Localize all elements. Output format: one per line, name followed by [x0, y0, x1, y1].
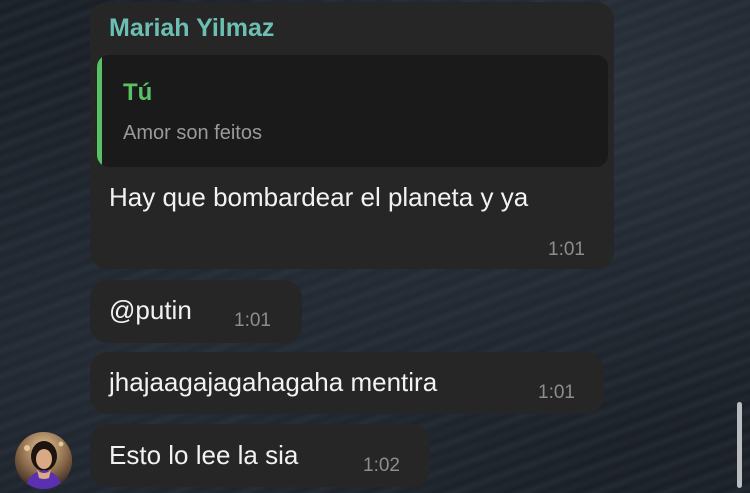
reply-accent-bar: [97, 55, 102, 167]
reply-quote[interactable]: Tú Amor son feitos: [97, 55, 608, 167]
message-time: 1:01: [548, 239, 585, 260]
avatar[interactable]: [15, 432, 72, 489]
message-text: jhajaagajagahagaha mentira: [109, 367, 438, 397]
reply-text: Amor son feitos: [123, 122, 262, 144]
sender-name[interactable]: Mariah Yilmaz: [109, 14, 274, 43]
message-bubble[interactable]: jhajaagajagahagaha mentira 1:01: [90, 352, 604, 414]
message-text: Hay que bombardear el planeta y ya: [109, 182, 529, 212]
message-time: 1:01: [538, 382, 575, 403]
avatar-photo-icon: [15, 432, 72, 489]
message-bubble[interactable]: @putin 1:01: [90, 280, 302, 343]
message-time: 1:02: [363, 455, 400, 476]
message-text: Esto lo lee la sia: [109, 440, 299, 470]
message-text: @putin: [109, 295, 192, 325]
scrollbar[interactable]: [737, 402, 742, 488]
message-time: 1:01: [234, 310, 271, 331]
message-bubble[interactable]: Mariah Yilmaz Tú Amor son feitos Hay que…: [90, 2, 614, 269]
message-bubble[interactable]: Esto lo lee la sia 1:02: [90, 424, 430, 487]
reply-author: Tú: [123, 79, 153, 106]
